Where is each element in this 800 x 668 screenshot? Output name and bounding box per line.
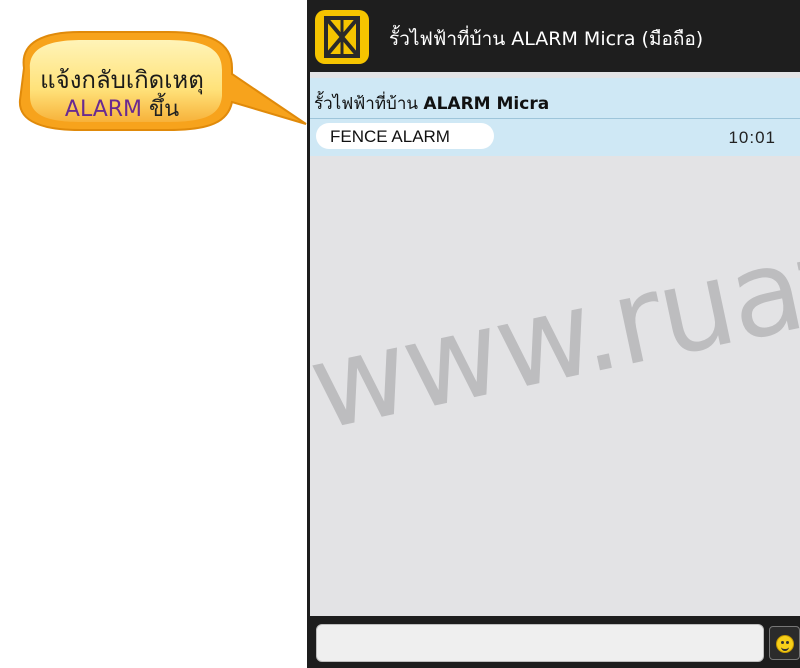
message-bubble: FENCE ALARM — [316, 123, 494, 149]
callout-text-line2: ALARM ขึ้น — [22, 91, 222, 126]
smiley-icon — [776, 635, 794, 653]
callout-bubble: แจ้งกลับเกิดเหตุ ALARM ขึ้น — [0, 0, 320, 140]
title-bar: รั้วไฟฟ้าที่บ้าน ALARM Micra (มือถือ) — [307, 0, 800, 72]
message-time: 10:01 — [728, 128, 776, 147]
thread-name: รั้วไฟฟ้าที่บ้าน ALARM Micra — [314, 90, 549, 117]
watermark-text: www.ruafa — [298, 195, 800, 457]
smiley-mouth — [781, 645, 789, 651]
phone-screen: รั้วไฟฟ้าที่บ้าน ALARM Micra (มือถือ) ww… — [298, 0, 800, 668]
chat-content: www.ruafa รั้วไฟฟ้าที่บ้าน ALARM Micra F… — [298, 72, 800, 668]
app-logo-graphic — [324, 16, 360, 58]
message-input[interactable] — [316, 624, 764, 662]
message-text: FENCE ALARM — [330, 127, 450, 146]
thread-name-prefix: รั้วไฟฟ้าที่บ้าน — [314, 94, 424, 114]
app-title: รั้วไฟฟ้าที่บ้าน ALARM Micra (มือถือ) — [389, 28, 704, 50]
callout-rest-word: ขึ้น — [142, 97, 180, 122]
app-logo-icon[interactable] — [315, 10, 369, 64]
thread-header[interactable]: รั้วไฟฟ้าที่บ้าน ALARM Micra — [310, 78, 800, 119]
message-row[interactable]: FENCE ALARM 10:01 — [310, 119, 800, 156]
thread-name-bold: ALARM Micra — [423, 94, 550, 114]
compose-bar — [310, 616, 800, 668]
emoji-button[interactable] — [769, 626, 800, 660]
callout-alarm-word: ALARM — [64, 97, 143, 122]
